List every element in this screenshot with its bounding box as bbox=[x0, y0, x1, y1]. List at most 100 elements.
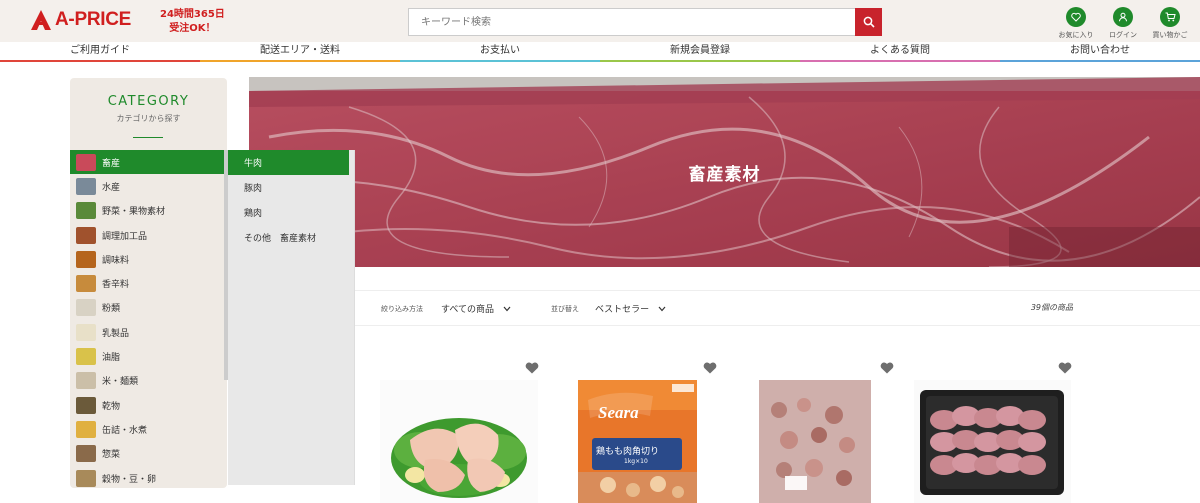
category-label: 乳製品 bbox=[102, 328, 130, 339]
category-label: 粉類 bbox=[102, 304, 121, 315]
category-thumb bbox=[76, 250, 96, 268]
product-image[interactable]: Seara 鶏もも肉角切り 1kg×10 bbox=[578, 380, 697, 503]
narrow-select[interactable]: すべての商品 bbox=[441, 302, 511, 315]
category-label: 缶詰・水煮 bbox=[102, 425, 148, 436]
category-thumb bbox=[76, 348, 96, 366]
nav-item-payment[interactable]: お支払い bbox=[400, 42, 600, 62]
category-item-spices[interactable]: 香辛料 bbox=[70, 271, 227, 295]
category-thumb bbox=[76, 226, 96, 244]
narrow-label: 絞り込み方法 bbox=[381, 305, 423, 313]
search-icon bbox=[863, 16, 875, 28]
cart-button[interactable]: 買い物かご bbox=[1150, 7, 1190, 40]
nav-item-faq[interactable]: よくある質問 bbox=[800, 42, 1000, 62]
category-thumb bbox=[76, 323, 96, 341]
site-header: A-PRICE 24時間365日 受注OK！ お気に入り ログイン bbox=[0, 0, 1200, 42]
category-label: 野菜・果物素材 bbox=[102, 207, 166, 218]
favorite-heart-icon[interactable] bbox=[703, 362, 717, 374]
favorite-heart-icon[interactable] bbox=[525, 362, 539, 374]
category-item-deli[interactable]: 惣菜 bbox=[70, 442, 227, 466]
promo-line-2: 受注OK！ bbox=[169, 23, 216, 34]
category-item-rice-noodles[interactable]: 米・麺類 bbox=[70, 369, 227, 393]
category-thumb bbox=[76, 275, 96, 293]
nav-label: お支払い bbox=[480, 45, 520, 56]
submenu-item-chicken[interactable]: 鶏肉 bbox=[228, 200, 354, 225]
favorite-heart-icon[interactable] bbox=[880, 362, 894, 374]
nav-item-guide[interactable]: ご利用ガイド bbox=[0, 42, 200, 62]
seara-package-image bbox=[578, 380, 697, 503]
sort-select[interactable]: ベストセラー bbox=[595, 302, 666, 315]
search-input[interactable] bbox=[408, 8, 855, 36]
category-thumb bbox=[76, 177, 96, 195]
submenu-item-other[interactable]: その他 畜産素材 bbox=[228, 225, 354, 250]
site-logo[interactable]: A-PRICE bbox=[30, 9, 131, 31]
nav-color-bar bbox=[400, 60, 600, 62]
category-submenu: 牛肉 豚肉 鶏肉 その他 畜産素材 bbox=[228, 150, 355, 485]
beef-tongue-tray-image bbox=[920, 390, 1064, 495]
category-thumb bbox=[76, 202, 96, 220]
category-item-seafood[interactable]: 水産 bbox=[70, 174, 227, 198]
user-icon bbox=[1119, 12, 1127, 22]
category-thumb bbox=[76, 396, 96, 414]
sort-value: ベストセラー bbox=[595, 305, 650, 315]
sort-label: 並び替え bbox=[551, 305, 579, 313]
category-thumb bbox=[76, 153, 96, 171]
nav-item-delivery[interactable]: 配送エリア・送料 bbox=[200, 42, 400, 62]
category-label: 畜産 bbox=[102, 158, 121, 169]
global-nav: ご利用ガイド 配送エリア・送料 お支払い 新規会員登録 よくある質問 お問い合わ… bbox=[0, 42, 1200, 62]
chicken-pieces-image bbox=[759, 380, 871, 503]
logo-text: A-PRICE bbox=[55, 9, 132, 30]
category-item-dairy[interactable]: 乳製品 bbox=[70, 320, 227, 344]
product-image[interactable] bbox=[759, 380, 871, 503]
heart-icon bbox=[1071, 12, 1081, 22]
category-thumb bbox=[76, 445, 96, 463]
category-label: 米・麺類 bbox=[102, 377, 139, 388]
category-item-dried[interactable]: 乾物 bbox=[70, 393, 227, 417]
nav-item-register[interactable]: 新規会員登録 bbox=[600, 42, 800, 62]
category-thumb bbox=[76, 420, 96, 438]
login-button[interactable]: ログイン bbox=[1103, 7, 1143, 40]
category-list: 畜産 水産 野菜・果物素材 調理加工品 調味料 香辛料 粉類 乳製品 油脂 米・… bbox=[70, 150, 227, 490]
cart-icon bbox=[1165, 12, 1176, 22]
category-label: 油脂 bbox=[102, 353, 121, 364]
category-label: 調理加工品 bbox=[102, 231, 148, 242]
product-image[interactable] bbox=[380, 380, 538, 503]
product-count: 39個の商品 bbox=[1030, 303, 1073, 312]
hero-title: 畜産素材 bbox=[688, 165, 761, 185]
chicken-thigh-image bbox=[391, 418, 527, 498]
nav-color-bar bbox=[0, 60, 200, 62]
favorite-heart-icon[interactable] bbox=[1058, 362, 1072, 374]
submenu-item-beef[interactable]: 牛肉 bbox=[228, 150, 349, 175]
category-title: CATEGORY bbox=[107, 94, 190, 109]
category-thumb bbox=[76, 469, 96, 487]
favorites-button[interactable]: お気に入り bbox=[1056, 7, 1096, 40]
favorites-label: お気に入り bbox=[1058, 31, 1094, 39]
category-item-flour[interactable]: 粉類 bbox=[70, 296, 227, 320]
nav-label: ご利用ガイド bbox=[70, 45, 130, 56]
category-item-prepared[interactable]: 調理加工品 bbox=[70, 223, 227, 247]
category-label: 香辛料 bbox=[102, 280, 130, 291]
chevron-down-icon bbox=[503, 306, 511, 312]
product-image[interactable] bbox=[914, 380, 1071, 503]
submenu-item-pork[interactable]: 豚肉 bbox=[228, 175, 354, 200]
category-thumb bbox=[76, 299, 96, 317]
category-label: 惣菜 bbox=[102, 450, 121, 461]
cart-label: 買い物かご bbox=[1152, 31, 1188, 39]
category-item-seasoning[interactable]: 調味料 bbox=[70, 247, 227, 271]
category-item-livestock[interactable]: 畜産 bbox=[70, 150, 227, 175]
category-item-grains[interactable]: 穀物・豆・卵 bbox=[70, 466, 227, 490]
order-promo: 24時間365日 受注OK！ bbox=[160, 8, 225, 36]
category-item-canned[interactable]: 缶詰・水煮 bbox=[70, 417, 227, 441]
category-label: 乾物 bbox=[102, 401, 121, 412]
nav-label: 新規会員登録 bbox=[670, 45, 730, 56]
category-subtitle: カテゴリから探す bbox=[116, 114, 181, 123]
promo-line-1: 24時間365日 bbox=[160, 9, 225, 20]
category-item-oils[interactable]: 油脂 bbox=[70, 344, 227, 368]
nav-label: お問い合わせ bbox=[1070, 45, 1130, 56]
chevron-down-icon bbox=[658, 306, 666, 312]
category-label: 水産 bbox=[102, 182, 121, 193]
nav-item-contact[interactable]: お問い合わせ bbox=[1000, 42, 1200, 62]
category-item-vegetables[interactable]: 野菜・果物素材 bbox=[70, 199, 227, 223]
search-bar bbox=[408, 8, 882, 36]
search-button[interactable] bbox=[855, 8, 882, 36]
filter-bar: 絞り込み方法 すべての商品 並び替え ベストセラー 39個の商品 bbox=[355, 290, 1200, 326]
